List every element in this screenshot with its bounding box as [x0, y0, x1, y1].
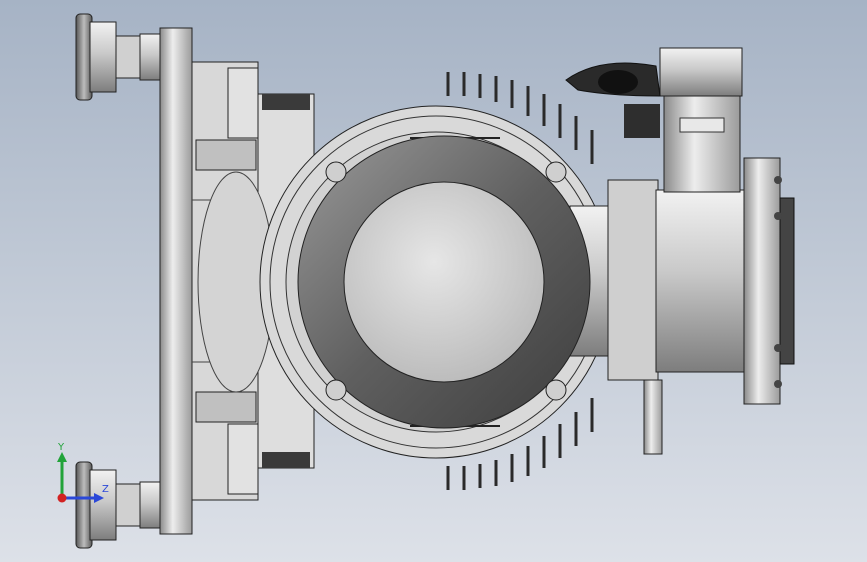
z-axis-label: Z	[102, 484, 109, 495]
model-view[interactable]	[0, 0, 867, 562]
servo-motor[interactable]	[643, 157, 795, 455]
leveling-foot-top[interactable]	[75, 13, 161, 101]
handle-lever[interactable]	[565, 62, 661, 97]
y-axis-arrow	[57, 452, 67, 462]
x-axis-dot	[57, 493, 67, 503]
graphics-viewport[interactable]: Y Z	[0, 0, 867, 562]
orientation-triad: Y Z	[57, 442, 109, 503]
y-axis-label: Y	[57, 442, 65, 453]
